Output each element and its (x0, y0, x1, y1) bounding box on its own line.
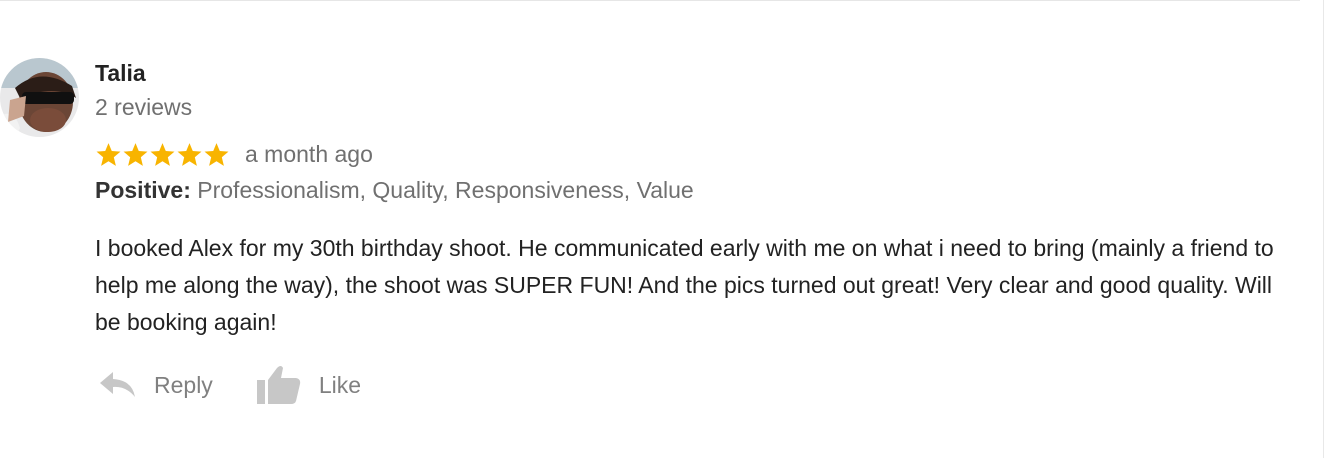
reply-arrow-icon (98, 370, 136, 400)
review-text: I booked Alex for my 30th birthday shoot… (95, 235, 1274, 335)
rating-row: a month ago (95, 139, 1295, 169)
review-date: a month ago (245, 141, 373, 167)
review-count[interactable]: 2 reviews (95, 92, 1295, 122)
review-card: Talia 2 reviews a month ago Positive: Pr… (0, 0, 1340, 458)
divider (0, 0, 1300, 1)
avatar[interactable] (0, 58, 79, 137)
reviewer-name[interactable]: Talia (95, 58, 1295, 88)
star-icon (96, 142, 121, 166)
star-icon (123, 142, 148, 166)
thumbs-up-icon (256, 364, 301, 406)
attributes-label: Positive: (95, 177, 191, 203)
scroll-edge (1323, 0, 1324, 458)
review-attributes: Positive: Professionalism, Quality, Resp… (95, 175, 1295, 205)
like-label: Like (318, 372, 362, 398)
star-icon (177, 142, 202, 166)
star-rating (95, 142, 230, 167)
attributes-value: Professionalism, Quality, Responsiveness… (197, 177, 694, 203)
review-content: Talia 2 reviews a month ago Positive: Pr… (95, 58, 1295, 341)
reply-label: Reply (154, 372, 213, 398)
star-icon (150, 142, 175, 166)
like-button[interactable]: Like (256, 364, 362, 406)
star-icon (204, 142, 229, 166)
review-actions: Reply Like (98, 364, 361, 406)
reply-button[interactable]: Reply (98, 364, 213, 406)
